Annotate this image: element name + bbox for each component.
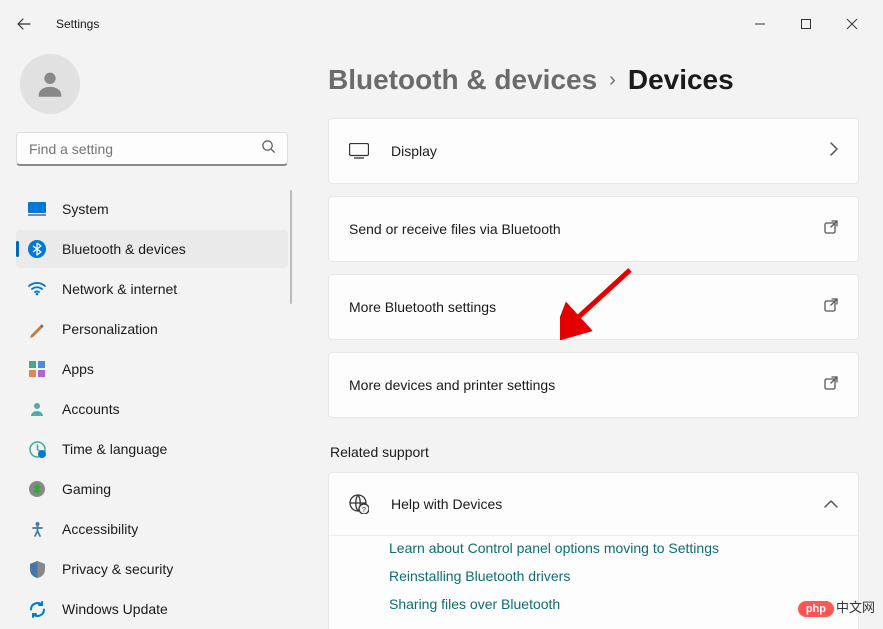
card-label: Help with Devices xyxy=(391,496,802,512)
card-label: Display xyxy=(391,143,808,159)
external-link-icon xyxy=(824,376,838,395)
globe-help-icon: ? xyxy=(349,494,369,514)
watermark: php中文网 xyxy=(798,597,875,617)
chevron-right-icon xyxy=(830,142,838,161)
person-icon xyxy=(33,67,67,101)
chevron-up-icon xyxy=(824,495,838,513)
bluetooth-icon xyxy=(28,240,46,258)
sidebar-item-label: Apps xyxy=(62,361,94,377)
card-label: More devices and printer settings xyxy=(349,377,824,393)
sidebar-item-label: Accounts xyxy=(62,401,120,417)
sidebar-item-label: Network & internet xyxy=(62,281,177,297)
minimize-icon xyxy=(755,19,765,29)
search-input[interactable] xyxy=(16,132,288,166)
sidebar-item-label: Gaming xyxy=(62,481,111,497)
sidebar-item-privacy-security[interactable]: Privacy & security xyxy=(16,550,288,588)
search-icon xyxy=(261,139,276,159)
sidebar: System Bluetooth & devices Network & int… xyxy=(0,48,300,629)
close-icon xyxy=(847,19,857,29)
update-icon xyxy=(28,600,46,618)
sidebar-item-system[interactable]: System xyxy=(16,190,288,228)
help-link-sharing-bluetooth[interactable]: Sharing files over Bluetooth xyxy=(389,596,838,612)
minimize-button[interactable] xyxy=(737,8,783,40)
help-link-control-panel[interactable]: Learn about Control panel options moving… xyxy=(389,540,838,556)
nav-list: System Bluetooth & devices Network & int… xyxy=(16,190,288,628)
sidebar-item-label: Time & language xyxy=(62,441,167,457)
sidebar-item-label: Bluetooth & devices xyxy=(62,241,186,257)
window-title: Settings xyxy=(56,17,99,31)
breadcrumb-parent[interactable]: Bluetooth & devices xyxy=(328,64,597,96)
person-icon xyxy=(28,400,46,418)
maximize-icon xyxy=(801,19,811,29)
breadcrumb: Bluetooth & devices › Devices xyxy=(328,64,859,96)
setting-card-more-devices-printer[interactable]: More devices and printer settings xyxy=(329,353,858,417)
breadcrumb-current: Devices xyxy=(628,64,734,96)
external-link-icon xyxy=(824,220,838,239)
sidebar-item-network[interactable]: Network & internet xyxy=(16,270,288,308)
setting-card-send-receive-bluetooth[interactable]: Send or receive files via Bluetooth xyxy=(329,197,858,261)
maximize-button[interactable] xyxy=(783,8,829,40)
apps-icon xyxy=(28,360,46,378)
main-content: Bluetooth & devices › Devices Display Se… xyxy=(300,48,883,629)
sidebar-item-personalization[interactable]: Personalization xyxy=(16,310,288,348)
paint-icon xyxy=(28,320,46,338)
svg-text:?: ? xyxy=(362,507,366,514)
display-icon xyxy=(349,143,369,159)
sidebar-item-label: Privacy & security xyxy=(62,561,173,577)
watermark-pill: php xyxy=(798,601,834,617)
chevron-right-icon: › xyxy=(609,69,616,92)
help-with-devices-toggle[interactable]: ? Help with Devices xyxy=(329,473,858,535)
sidebar-item-bluetooth-devices[interactable]: Bluetooth & devices xyxy=(16,230,288,268)
sidebar-item-apps[interactable]: Apps xyxy=(16,350,288,388)
titlebar: Settings xyxy=(0,0,883,48)
help-link-reinstall-bluetooth[interactable]: Reinstalling Bluetooth drivers xyxy=(389,568,838,584)
close-button[interactable] xyxy=(829,8,875,40)
sidebar-item-label: System xyxy=(62,201,109,217)
sidebar-item-gaming[interactable]: Gaming xyxy=(16,470,288,508)
setting-card-more-bluetooth[interactable]: More Bluetooth settings xyxy=(329,275,858,339)
sidebar-item-label: Accessibility xyxy=(62,521,138,537)
accessibility-icon xyxy=(28,520,46,538)
sidebar-item-windows-update[interactable]: Windows Update xyxy=(16,590,288,628)
sidebar-item-time-language[interactable]: Time & language xyxy=(16,430,288,468)
system-icon xyxy=(28,200,46,218)
sidebar-item-accessibility[interactable]: Accessibility xyxy=(16,510,288,548)
sidebar-item-label: Windows Update xyxy=(62,601,168,617)
card-label: Send or receive files via Bluetooth xyxy=(349,221,824,237)
avatar[interactable] xyxy=(20,54,80,114)
gaming-icon xyxy=(28,480,46,498)
back-button[interactable] xyxy=(8,8,40,40)
card-label: More Bluetooth settings xyxy=(349,299,824,315)
clock-icon xyxy=(28,440,46,458)
setting-card-display[interactable]: Display xyxy=(329,119,858,183)
sidebar-item-accounts[interactable]: Accounts xyxy=(16,390,288,428)
section-title-related-support: Related support xyxy=(330,444,859,460)
arrow-left-icon xyxy=(16,16,32,32)
shield-icon xyxy=(28,560,46,578)
watermark-text: 中文网 xyxy=(836,600,875,615)
external-link-icon xyxy=(824,298,838,317)
wifi-icon xyxy=(28,280,46,298)
sidebar-item-label: Personalization xyxy=(62,321,158,337)
